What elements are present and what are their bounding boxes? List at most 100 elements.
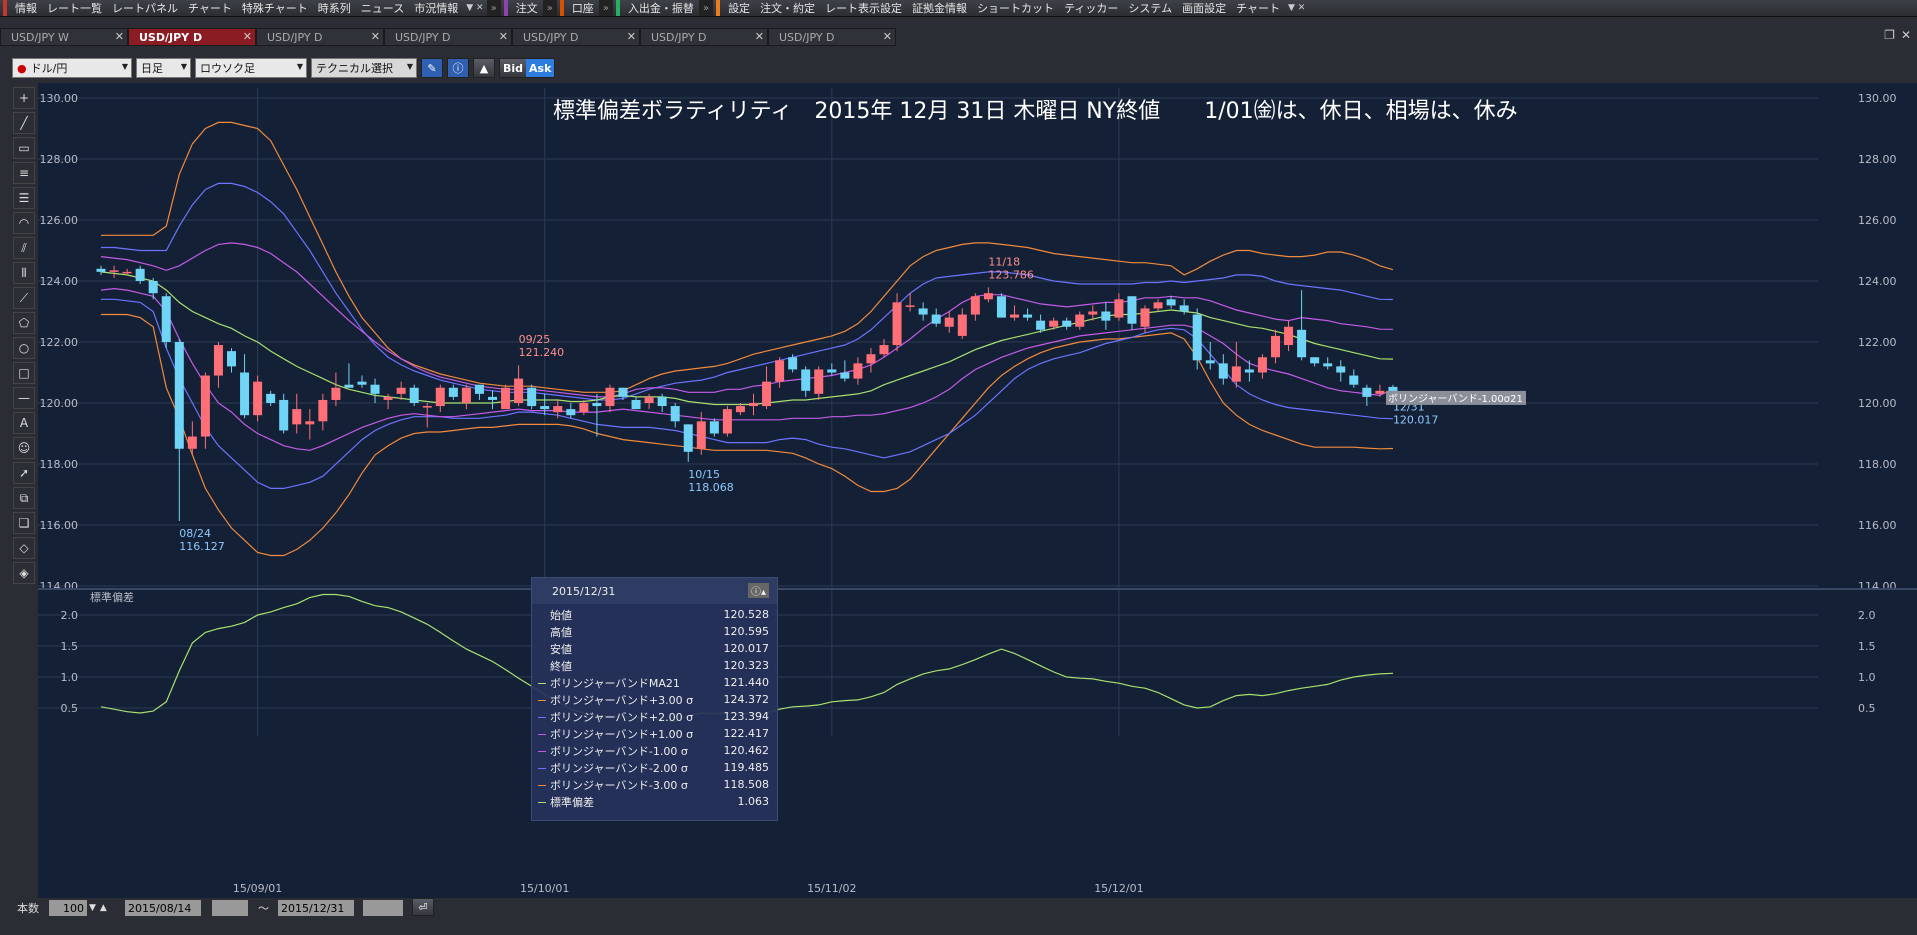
tab-chart[interactable]: USD/JPY D ✕	[128, 28, 256, 46]
menu-item[interactable]: ティッカー	[1059, 0, 1123, 16]
text-tool-button[interactable]: A	[13, 412, 35, 434]
menu-item[interactable]: システム	[1123, 0, 1177, 16]
menu-item[interactable]: レートパネル	[107, 0, 183, 16]
candle-body	[631, 399, 641, 410]
data-window-value: 122.417	[723, 727, 770, 740]
apply-range-button[interactable]: ⏎	[412, 898, 434, 916]
bid-ask-toggle[interactable]: Bid Ask	[499, 58, 556, 78]
tab-close-icon[interactable]: ✕	[499, 30, 508, 43]
menu-item[interactable]: 時系列	[313, 0, 356, 16]
chevron-up-icon[interactable]: ▲	[98, 903, 109, 913]
price-tick-left: 114.00	[40, 580, 79, 593]
candle-body	[657, 396, 667, 407]
menu-item[interactable]: 注文	[511, 0, 543, 16]
polygon-tool-button[interactable]: ⬠	[13, 312, 35, 334]
from-time-field[interactable]	[212, 900, 248, 916]
from-date-field[interactable]: 2015/08/14	[125, 900, 201, 916]
tab-chart[interactable]: USD/JPY D ✕	[512, 28, 640, 46]
copy-tool-button[interactable]: ⧉	[13, 487, 35, 509]
menu-item[interactable]: レート一覧	[42, 0, 107, 16]
high-marker-date: 09/25	[519, 333, 551, 346]
erase-all-tool-button[interactable]: ◈	[13, 562, 35, 584]
menu-chevron-close-icon[interactable]: ▼ ✕	[463, 3, 486, 13]
to-time-field[interactable]	[363, 900, 403, 916]
fan-tool-button[interactable]: ◠	[13, 212, 35, 234]
circle-tool-button[interactable]: ○	[13, 337, 35, 359]
candle-body	[775, 360, 785, 382]
tab-chart[interactable]: USD/JPY W ✕	[0, 28, 128, 46]
menu-item[interactable]: チャート	[1231, 0, 1285, 16]
menu-item[interactable]: ショートカット	[972, 0, 1059, 16]
technical-select[interactable]: テクニカル選択 ▼	[311, 58, 417, 78]
hline-tool-button[interactable]: —	[13, 387, 35, 409]
menu-chevron-close-icon[interactable]: ▼ ✕	[1285, 3, 1308, 13]
channel-tool-button[interactable]: ⫽	[13, 237, 35, 259]
info-button[interactable]: ⓘ	[447, 58, 469, 78]
menu-overflow-icon[interactable]: »	[698, 0, 714, 16]
gann-tool-button[interactable]: ⟋	[13, 287, 35, 309]
menu-item[interactable]: 特殊チャート	[237, 0, 313, 16]
menu-item[interactable]: 口座	[567, 0, 599, 16]
menu-item[interactable]: 注文・約定	[755, 0, 820, 16]
tab-close-icon[interactable]: ✕	[115, 30, 124, 43]
menu-item[interactable]: ニュース	[356, 0, 409, 16]
rectangle-tool-button[interactable]: □	[13, 362, 35, 384]
close-window-icon[interactable]: ✕	[1901, 28, 1911, 42]
hlines-tool-button[interactable]: ≡	[13, 162, 35, 184]
candle-body	[383, 396, 393, 400]
data-window-controls-icon[interactable]: ⓘ▴	[747, 583, 769, 598]
crosshair-tool-button[interactable]: +	[13, 87, 35, 109]
menu-item[interactable]: 市況情報	[409, 0, 463, 16]
tab-close-icon[interactable]: ✕	[371, 30, 380, 43]
tab-close-icon[interactable]: ✕	[883, 30, 892, 43]
trendline-tool-button[interactable]: ╱	[13, 112, 35, 134]
paste-tool-button[interactable]: ❏	[13, 512, 35, 534]
candle-body	[266, 393, 276, 403]
data-window-date: 2015/12/31	[552, 584, 616, 598]
data-window-row: 安値 120.017	[532, 640, 777, 657]
menu-item[interactable]: 設定	[723, 0, 755, 16]
bar-count-field[interactable]: 100 ▼ ▲	[49, 899, 109, 917]
tab-chart[interactable]: USD/JPY D ✕	[640, 28, 768, 46]
data-window-row: 終値 120.323	[532, 657, 777, 674]
select-tool-button[interactable]: ➚	[13, 462, 35, 484]
menu-overflow-icon[interactable]: »	[486, 0, 501, 16]
menu-overflow-icon[interactable]: »	[542, 0, 557, 16]
candle-body	[1336, 366, 1346, 373]
menu-item[interactable]: チャート	[183, 0, 237, 16]
series-color-marker	[536, 780, 550, 790]
bar-count-value[interactable]: 100	[49, 900, 87, 916]
restore-window-icon[interactable]: ❐	[1884, 28, 1895, 42]
menu-item[interactable]: レート表示設定	[820, 0, 907, 16]
menu-overflow-icon[interactable]: »	[598, 0, 613, 16]
menu-item[interactable]: 情報	[10, 0, 42, 16]
menu-item[interactable]: 入出金・振替	[623, 0, 699, 16]
tab-close-icon[interactable]: ✕	[243, 30, 252, 43]
eraser-tool-button[interactable]: ◇	[13, 537, 35, 559]
candle-body	[827, 369, 837, 373]
ruler-tool-button[interactable]: ▭	[13, 137, 35, 159]
tab-close-icon[interactable]: ✕	[627, 30, 636, 43]
candle-body	[1231, 366, 1241, 382]
menu-item[interactable]: 証拠金情報	[907, 0, 972, 16]
chart-type-button[interactable]: ▲	[473, 58, 495, 78]
period-select[interactable]: 日足 ▼	[136, 58, 191, 78]
chevron-down-icon[interactable]: ▼	[87, 903, 98, 913]
rectangle-icon: □	[18, 366, 30, 380]
menu-item[interactable]: 画面設定	[1177, 0, 1231, 16]
icon-tool-button[interactable]: ☺	[13, 437, 35, 459]
draw-pen-button[interactable]: ✎	[421, 58, 443, 78]
currency-pair-select[interactable]: ● ドル/円 ▼	[12, 58, 132, 78]
fibonacci-tool-button[interactable]: ☰	[13, 187, 35, 209]
sd-tick-right: 1.0	[1858, 671, 1876, 684]
vlines-tool-button[interactable]: ⦀	[13, 262, 35, 284]
chart-area[interactable]: 130.00 130.00 128.00 128.00 126.00 126.00 124.…	[38, 83, 1917, 898]
tab-chart[interactable]: USD/JPY D ✕	[256, 28, 384, 46]
tab-chart[interactable]: USD/JPY D ✕	[384, 28, 512, 46]
to-date-field[interactable]: 2015/12/31	[278, 900, 354, 916]
chart-style-select[interactable]: ロウソク足 ▼	[195, 58, 307, 78]
low2-marker-date: 10/15	[688, 468, 720, 481]
tab-close-icon[interactable]: ✕	[755, 30, 764, 43]
tab-chart[interactable]: USD/JPY D ✕	[768, 28, 896, 46]
data-window-row: ボリンジャーバンド+2.00 σ 123.394	[532, 708, 777, 725]
